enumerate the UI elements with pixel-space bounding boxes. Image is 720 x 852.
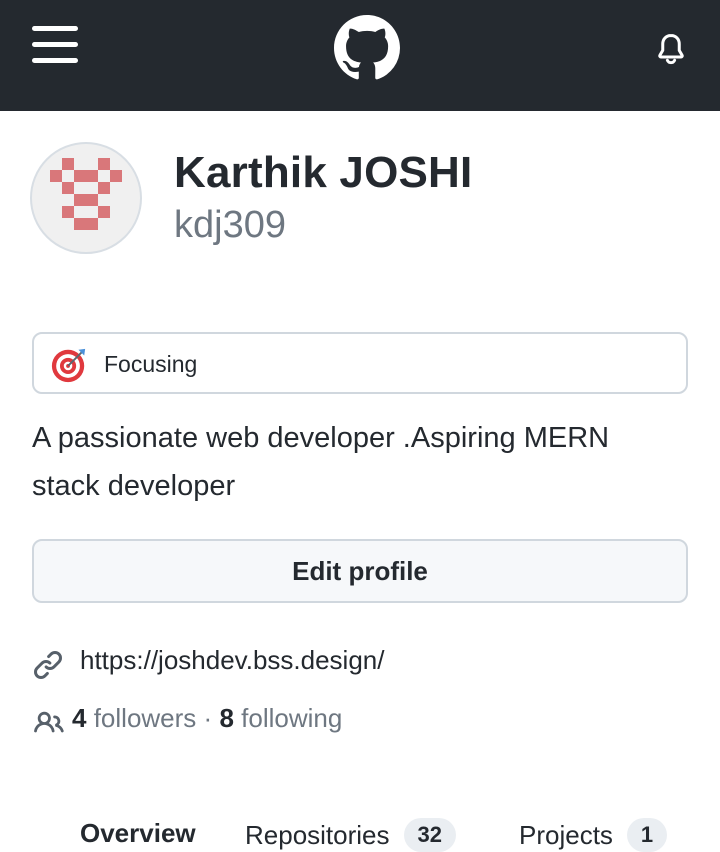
edit-profile-button[interactable]: Edit profile: [32, 539, 688, 603]
github-logo-icon[interactable]: [334, 15, 400, 81]
status-text: Focusing: [104, 351, 198, 377]
profile-username: kdj309: [174, 204, 286, 246]
following-link[interactable]: 8 following: [219, 703, 342, 733]
hamburger-menu-icon[interactable]: [32, 26, 78, 64]
tab-label: Repositories: [245, 820, 390, 850]
tab-overview[interactable]: Overview: [80, 818, 196, 849]
avatar[interactable]: [30, 142, 142, 254]
tab-repositories[interactable]: Repositories 32: [245, 818, 456, 852]
following-label: following: [241, 703, 343, 733]
people-icon: [34, 711, 64, 733]
link-icon: [34, 651, 62, 679]
tab-projects[interactable]: Projects 1: [519, 818, 668, 852]
following-count: 8: [219, 703, 234, 733]
followers-separator: ·: [203, 703, 213, 733]
followers-count: 4: [72, 703, 87, 733]
followers-link[interactable]: 4 followers: [72, 703, 196, 733]
website-link[interactable]: https://joshdev.bss.design/: [80, 645, 384, 676]
tab-label: Projects: [519, 820, 613, 850]
bell-icon[interactable]: [653, 30, 689, 68]
projects-counter: 1: [626, 818, 668, 852]
followers-label: followers: [93, 703, 197, 733]
tab-label: Overview: [80, 818, 196, 848]
repositories-counter: 32: [403, 818, 456, 852]
identicon-avatar: [50, 158, 122, 230]
status-box[interactable]: Focusing: [32, 332, 688, 394]
profile-full-name: Karthik JOSHI: [174, 148, 473, 197]
top-navigation-bar: [0, 0, 720, 111]
dart-target-emoji-icon: [51, 348, 86, 383]
profile-tabs: Overview Repositories 32 Projects 1: [0, 808, 720, 852]
profile-bio: A passionate web developer .Aspiring MER…: [32, 422, 610, 502]
